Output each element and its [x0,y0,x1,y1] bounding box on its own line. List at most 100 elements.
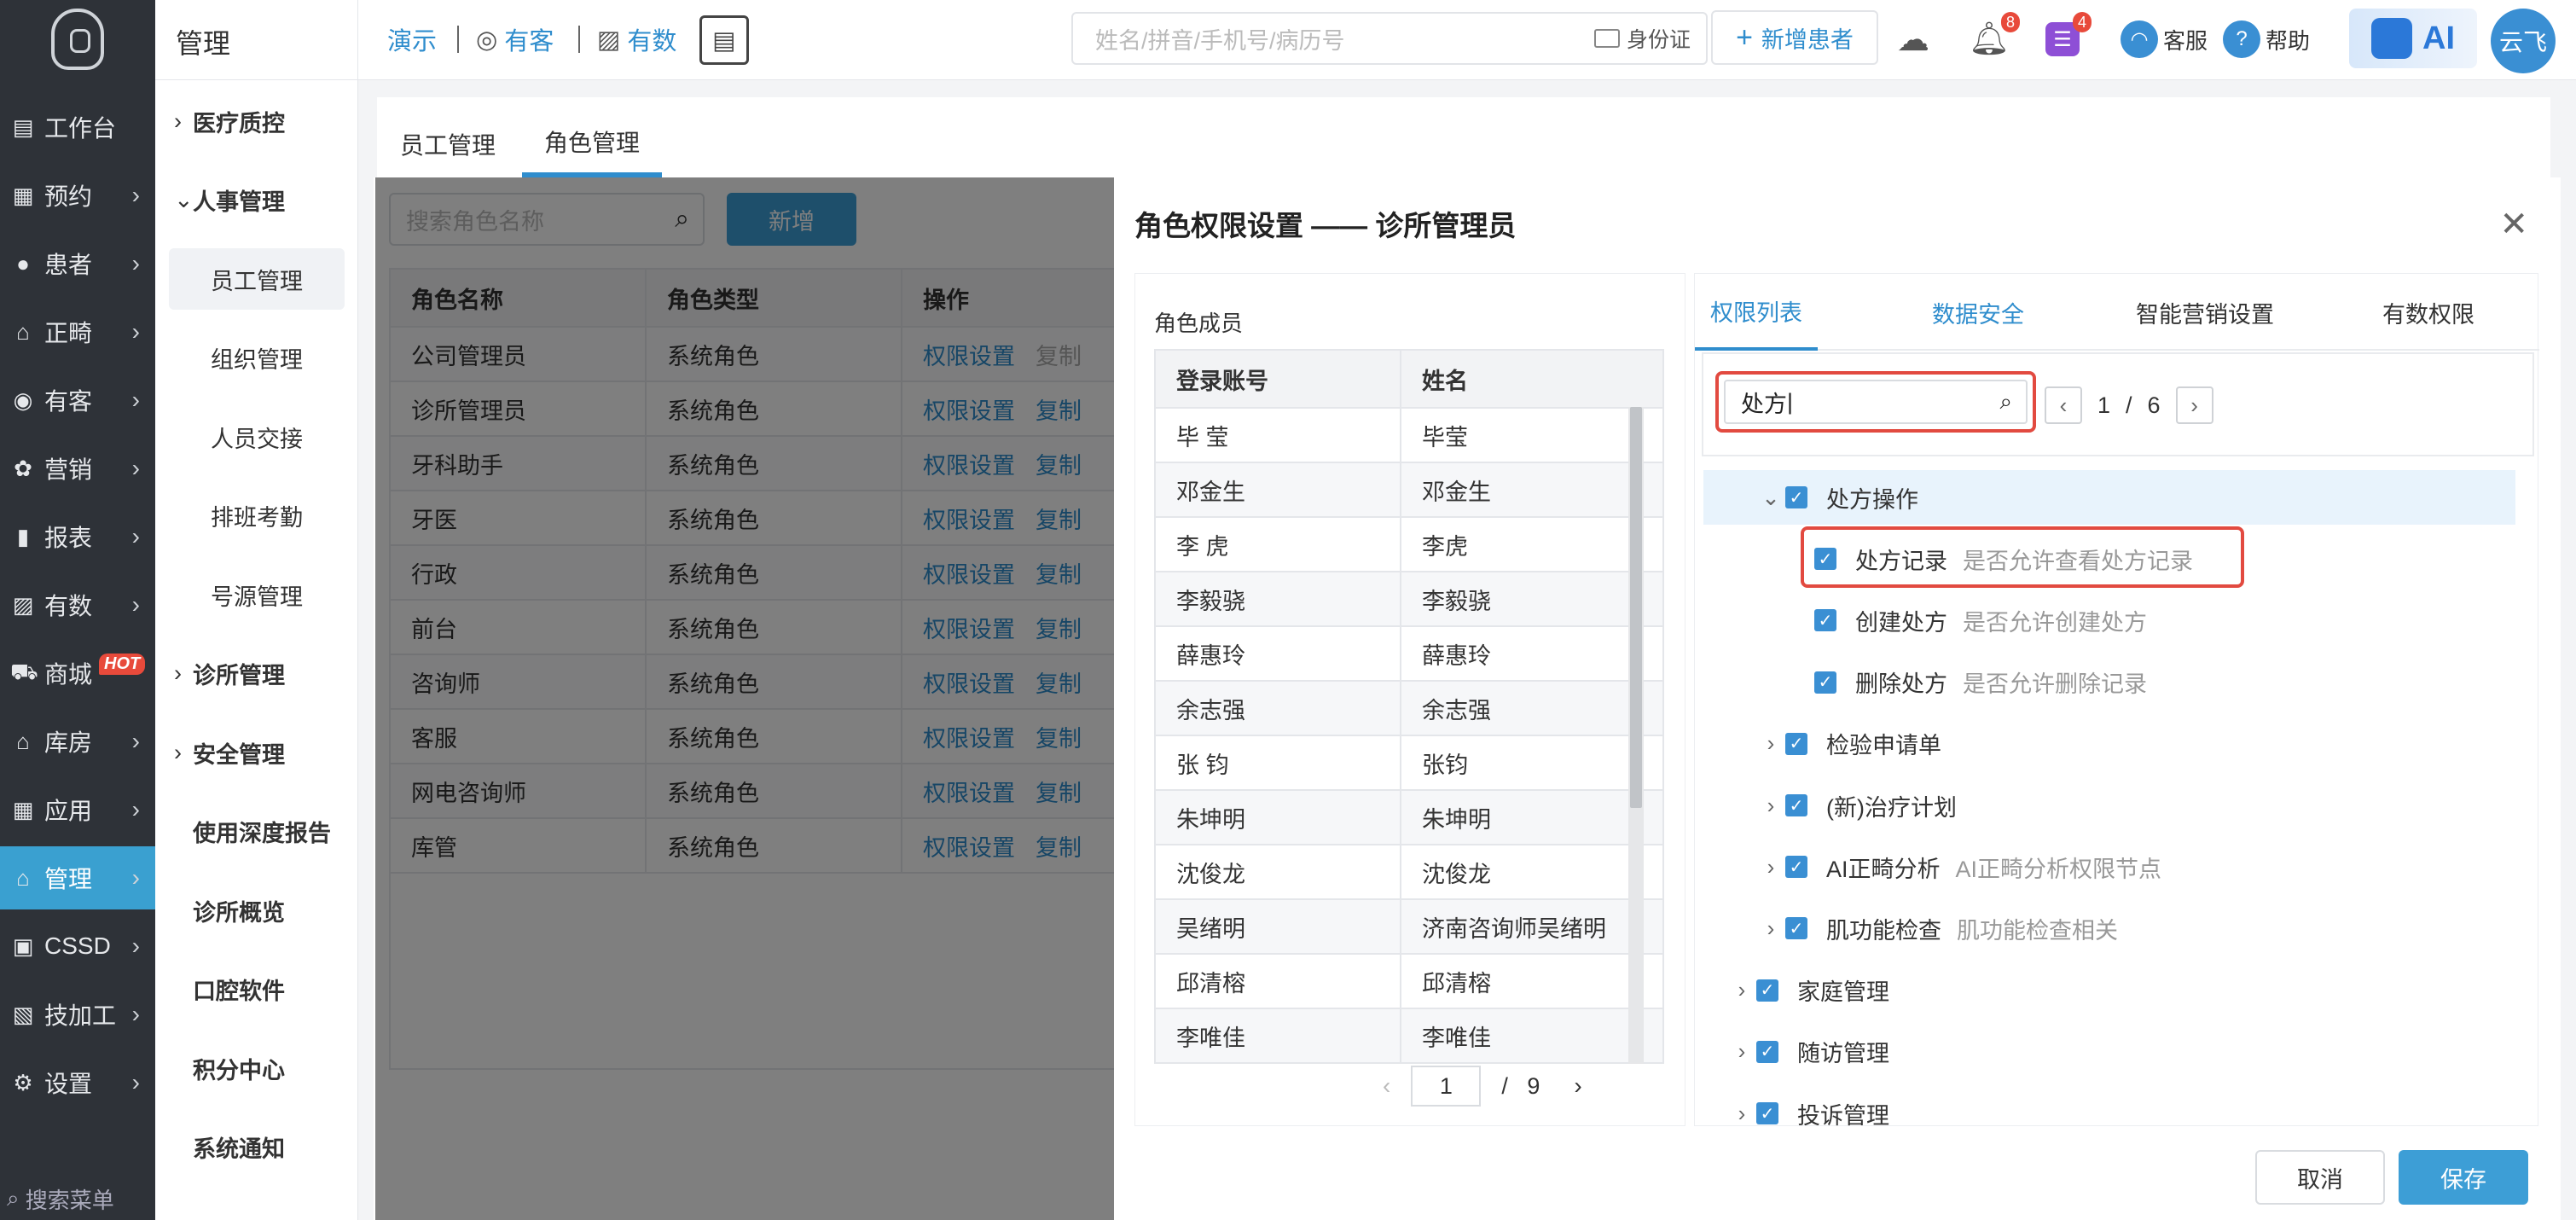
tree-node[interactable]: › ✓ AI正畸分析 AI正畸分析权限节点 [1756,839,2161,894]
wechat-icon[interactable]: ☁ [1897,19,1929,60]
nav-item[interactable]: ⚙ 设置 › [0,1051,155,1114]
subnav-item[interactable]: 号源管理 [169,564,345,625]
headset-icon: ◠ [2121,20,2158,58]
youshu-link[interactable]: ▨ 有数 [597,19,676,60]
tree-node[interactable]: ✓ 创建处方 是否允许创建处方 [1814,593,2147,648]
chevron-right-icon[interactable]: › [1756,854,1785,880]
data-icon: ▨ [12,591,34,618]
plus-icon: + [1736,20,1753,54]
chevron-right-icon[interactable]: › [1727,1101,1756,1127]
nav-item[interactable]: ⌂ 正畸 › [0,300,155,363]
main-nav: ▤ 工作台 ▦ 预约 › ● 患者 › ⌂ 正畸 › ◉ 有客 › ✿ 营销 › ▮ 报表 › ▨ 有数 › ⛟ 商城 HOT ⌂ 库… [0,0,155,1220]
tab-smart-marketing[interactable]: 智能营销设置 [2103,274,2307,351]
next-page-icon[interactable]: › [1574,1072,1581,1100]
record-icon[interactable]: ▤ [699,15,749,65]
tree-node[interactable]: › ✓ 检验申请单 [1756,717,1941,771]
tree-node[interactable]: › ✓ 随访管理 [1727,1025,1889,1079]
subnav-item[interactable]: 组织管理 [169,328,345,389]
members-scrollbar[interactable] [1628,407,1644,1064]
tab-role-management[interactable]: 角色管理 [522,111,662,177]
patient-icon: ● [16,250,30,276]
clinic-logo[interactable] [0,0,155,78]
nav-item-label: 工作台 [44,115,117,142]
checkbox-checked-icon[interactable]: ✓ [1756,1040,1778,1063]
tab-employee-management[interactable]: 员工管理 [377,111,519,177]
chevron-right-icon: › [131,864,140,891]
menu-search[interactable]: ⌕ 搜索菜单 [0,1177,155,1220]
chevron-right-icon[interactable]: › [1756,730,1785,757]
tree-node[interactable]: › ✓ (新)治疗计划 [1756,778,1957,833]
members-table: 登录账号 姓名 毕 莹毕莹 邓金生 邓金生李 虎李虎 李毅骁 李毅骁 薛惠玲 薛惠玲 余志强余… [1154,349,1664,1064]
subnav-item[interactable]: 人员交接 [169,406,345,468]
youke-link[interactable]: ◎ 有客 [476,19,554,60]
subnav-item[interactable]: ⌄ 人事管理 [169,170,345,231]
tree-node-label: 家庭管理 [1797,979,1889,1006]
ai-button[interactable]: AI [2349,9,2477,68]
subnav-item[interactable]: 使用深度报告 [169,801,345,863]
id-card-button[interactable]: 身份证 [1593,23,1691,54]
subnav-item[interactable]: 员工管理 [169,248,345,310]
checkbox-checked-icon[interactable]: ✓ [1785,794,1807,816]
nav-item[interactable]: ⌂ 库房 › [0,710,155,773]
nav-item[interactable]: ⌂ 管理 › [0,846,155,909]
nav-item[interactable]: ▦ 预约 › [0,164,155,227]
tree-node[interactable]: › ✓ 肌功能检查 肌功能检查相关 [1756,901,2118,956]
chevron-right-icon: › [131,1069,140,1095]
nav-item[interactable]: ▤ 工作台 [0,96,155,159]
help-link[interactable]: 帮助 [2266,19,2310,60]
tab-youshu-permission[interactable]: 有数权限 [2360,274,2497,351]
subnav-item[interactable]: 系统通知 [169,1117,345,1178]
patient-search-input[interactable]: 姓名/拼音/手机号/病历号 身份证 [1071,12,1708,65]
subnav-item[interactable]: 口腔软件 [169,959,345,1020]
nav-item[interactable]: ▮ 报表 › [0,505,155,568]
subnav-item[interactable]: 排班考勤 [169,485,345,547]
subnav-item[interactable]: › 医疗质控 [169,90,345,152]
checkbox-checked-icon[interactable]: ✓ [1785,917,1807,940]
checkbox-checked-icon[interactable]: ✓ [1756,979,1778,1002]
checkbox-checked-icon[interactable]: ✓ [1814,609,1836,632]
nav-item[interactable]: ▧ 技加工 › [0,983,155,1046]
save-button[interactable]: 保存 [2399,1150,2528,1205]
modal-overlay[interactable] [375,177,1114,1220]
user-avatar[interactable]: 云飞 [2491,9,2556,73]
scrollbar-thumb[interactable] [1630,407,1642,808]
search-icon[interactable]: ⌕ [1999,388,2012,415]
new-patient-button[interactable]: + 新增患者 [1711,10,1878,65]
nav-item[interactable]: ▣ CSSD › [0,915,155,978]
service-link[interactable]: 客服 [2163,19,2208,60]
checkbox-checked-icon[interactable]: ✓ [1785,856,1807,879]
checkbox-checked-icon[interactable]: ✓ [1756,1102,1778,1124]
chevron-right-icon[interactable]: › [1756,793,1785,819]
checkbox-checked-icon[interactable]: ✓ [1785,486,1807,508]
tab-permission-list[interactable]: 权限列表 [1695,274,1818,351]
subnav-item[interactable]: › 诊所管理 [169,643,345,705]
permission-search-input[interactable]: 处方 | ⌕ [1724,380,2028,424]
subnav-item[interactable]: › 安全管理 [169,722,345,783]
chevron-right-icon[interactable]: › [1756,915,1785,942]
nav-item[interactable]: ▦ 应用 › [0,778,155,841]
demo-link[interactable]: 演示 [387,19,437,60]
nav-item[interactable]: ◉ 有客 › [0,369,155,432]
nav-item[interactable]: ▨ 有数 › [0,573,155,636]
nav-item[interactable]: ● 患者 › [0,232,155,295]
tree-node[interactable]: › ✓ 投诉管理 [1727,1086,1889,1141]
checkbox-checked-icon[interactable]: ✓ [1814,671,1836,694]
close-icon[interactable]: ✕ [2499,205,2528,244]
tree-node[interactable]: › ✓ 家庭管理 [1727,963,1889,1018]
chevron-right-icon[interactable]: › [1727,977,1756,1003]
nav-item[interactable]: ✿ 营销 › [0,437,155,500]
tab-data-security[interactable]: 数据安全 [1910,274,2046,351]
cancel-button[interactable]: 取消 [2255,1150,2385,1205]
checkbox-checked-icon[interactable]: ✓ [1785,732,1807,755]
chevron-right-icon[interactable]: › [1727,1038,1756,1065]
next-result-icon[interactable]: › [2175,386,2213,424]
tree-node[interactable]: ✓ 删除处方 是否允许删除记录 [1814,655,2147,710]
tree-node[interactable]: ⌄ ✓ 处方操作 [1756,470,1918,525]
subnav-item[interactable]: 诊所概览 [169,880,345,941]
page-input[interactable]: 1 [1411,1066,1482,1107]
chevron-down-icon[interactable]: ⌄ [1756,485,1785,511]
prev-result-icon[interactable]: ‹ [2045,386,2082,424]
prev-page-icon[interactable]: ‹ [1383,1072,1390,1100]
nav-item[interactable]: ⛟ 商城 HOT [0,642,155,705]
subnav-item[interactable]: 积分中心 [169,1037,345,1099]
